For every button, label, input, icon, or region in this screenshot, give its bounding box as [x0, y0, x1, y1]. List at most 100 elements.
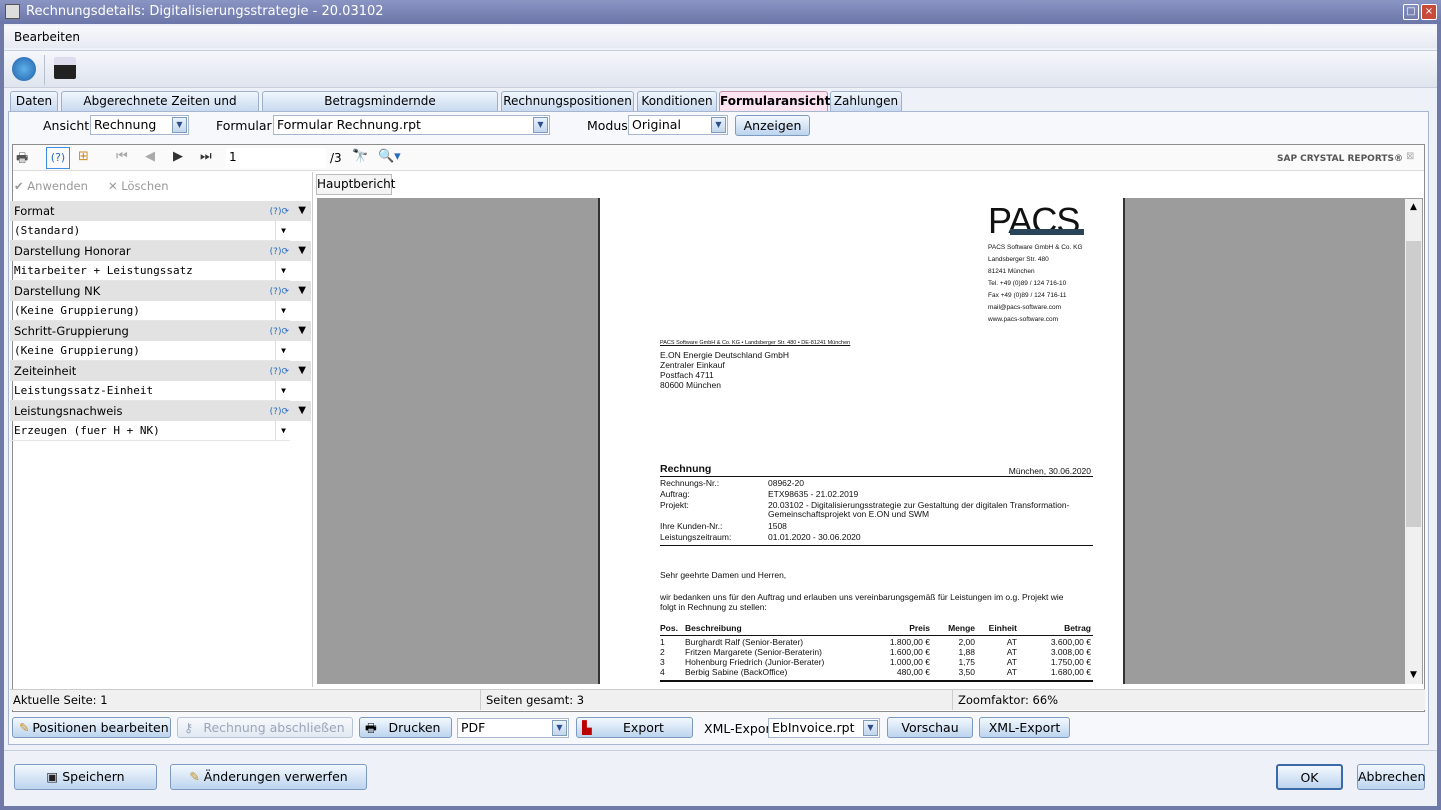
refresh-icon[interactable]: (?)⟳	[270, 242, 289, 262]
export-icon: ▙	[582, 720, 592, 735]
collapse-icon[interactable]: ▼	[298, 361, 306, 381]
parameter-select[interactable]: (Keine Gruppierung) ▼	[10, 301, 290, 321]
meta-value: 08962-20	[768, 478, 804, 488]
chevron-down-icon: ▼	[711, 117, 726, 133]
chevron-down-icon: ▼	[275, 261, 291, 281]
zoom-icon[interactable]: 🔍▾	[378, 149, 401, 164]
maximize-button[interactable]: □	[1403, 4, 1419, 20]
page-number-input[interactable]: 1	[226, 148, 326, 168]
collapse-icon[interactable]: ▼	[298, 401, 306, 421]
refresh-icon[interactable]: (?)⟳	[270, 202, 289, 222]
invoice-title: Rechnung	[660, 463, 712, 475]
pencil-icon: ✎	[19, 720, 30, 735]
xml-template-select[interactable]: EbInvoice.rpt ▼	[768, 718, 880, 738]
export-button[interactable]: ▙ Export	[576, 717, 693, 738]
close-invoice-button[interactable]: ⚷ Rechnung abschließen	[177, 717, 353, 738]
ok-button[interactable]: OK	[1276, 764, 1343, 790]
table-header: Menge	[948, 623, 975, 633]
refresh-icon[interactable]: (?)⟳	[270, 322, 289, 342]
sender-line: 81241 München	[988, 268, 1035, 275]
close-button[interactable]: ×	[1421, 4, 1437, 20]
first-page-icon[interactable]: ⏮	[116, 149, 128, 164]
refresh-icon[interactable]: (?)⟳	[270, 402, 289, 422]
table-cell: 2	[660, 647, 665, 657]
parameter-select[interactable]: Erzeugen (fuer H + NK) ▼	[10, 421, 290, 441]
parameter-value: (Standard)	[14, 224, 81, 237]
parameter-select[interactable]: (Keine Gruppierung) ▼	[10, 341, 290, 361]
meta-key: Projekt:	[660, 500, 689, 510]
parameter-label: Leistungsnachweis	[14, 404, 123, 418]
parameter-value: (Keine Gruppierung)	[14, 304, 140, 317]
scroll-up-icon[interactable]: ▲	[1405, 199, 1422, 216]
export-label: Export	[623, 720, 664, 735]
report-scrollbar[interactable]: ▲ ▼	[1405, 199, 1422, 684]
apply-button[interactable]: ✔ Anwenden	[14, 179, 88, 193]
close-icon[interactable]: ⊠	[1406, 151, 1414, 162]
table-cell: 3	[660, 657, 665, 667]
chevron-down-icon: ▼	[172, 117, 187, 133]
meta-key: Ihre Kunden-Nr.:	[660, 521, 723, 531]
anzeigen-button[interactable]: Anzeigen	[735, 115, 810, 136]
scroll-down-icon[interactable]: ▼	[1405, 667, 1422, 684]
invoice-page: PACS PACS Software GmbH & Co. KG Landsber…	[598, 198, 1125, 684]
collapse-icon[interactable]: ▼	[298, 201, 306, 221]
last-page-icon[interactable]: ⏭	[200, 149, 212, 164]
modus-select[interactable]: Original ▼	[628, 115, 728, 135]
chevron-down-icon: ▼	[533, 117, 548, 133]
chevron-down-icon: ▼	[863, 720, 878, 736]
edit-positions-button[interactable]: ✎ Positionen bearbeiten	[12, 717, 171, 738]
table-cell: 3.600,00 €	[1050, 637, 1091, 647]
tab-formularansicht[interactable]: Formularansicht	[719, 91, 830, 111]
tab-rechnungspositionen[interactable]: Rechnungspositionen	[501, 91, 634, 111]
scroll-thumb[interactable]	[1406, 241, 1421, 527]
save-button[interactable]: ▣ Speichern	[14, 764, 157, 790]
ansicht-label: Ansicht	[43, 118, 90, 133]
group-tree-icon[interactable]: ⊞	[78, 149, 89, 164]
print-button[interactable]: 🖶 Drucken	[359, 717, 452, 738]
parameter-select[interactable]: (Standard) ▼	[10, 221, 290, 241]
refresh-icon[interactable]	[12, 57, 36, 81]
tab-abschlagszahlungen[interactable]: Betragsmindernde Abschlagszahlungen	[262, 91, 498, 127]
print-icon[interactable]: 🖶	[16, 149, 28, 171]
tab-hauptbericht[interactable]: Hauptbericht	[316, 174, 395, 195]
table-cell: 3.008,00 €	[1050, 647, 1091, 657]
tab-konditionen[interactable]: Konditionen	[637, 91, 717, 111]
meta-value: ETX98635 - 21.02.2019	[768, 489, 859, 499]
xml-export-label: XML-Export	[704, 721, 776, 736]
parameter-label: Zeiteinheit	[14, 364, 77, 378]
tab-abgerechnete-zeiten[interactable]: Abgerechnete Zeiten und Kosten	[61, 91, 259, 127]
parameter-panel-icon[interactable]: (?)	[46, 147, 70, 169]
binoculars-icon[interactable]: 🔭	[352, 149, 368, 164]
parameter-select[interactable]: Mitarbeiter + Leistungssatz ▼	[10, 261, 290, 281]
xml-template-value: EbInvoice.rpt	[772, 720, 855, 735]
close-invoice-label: Rechnung abschließen	[203, 720, 345, 735]
next-page-icon[interactable]: ▶	[173, 149, 183, 164]
collapse-icon[interactable]: ▼	[298, 241, 306, 261]
refresh-icon[interactable]: (?)⟳	[270, 362, 289, 382]
table-cell: Fritzen Margarete (Senior-Beraterin)	[685, 647, 822, 657]
tab-zahlungen[interactable]: Zahlungen	[830, 91, 902, 111]
prev-page-icon[interactable]: ◀	[145, 149, 155, 164]
ansicht-select[interactable]: Rechnung ▼	[90, 115, 189, 135]
print-label: Drucken	[388, 720, 441, 735]
collapse-icon[interactable]: ▼	[298, 321, 306, 341]
menu-bearbeiten[interactable]: Bearbeiten	[14, 30, 80, 44]
table-cell: 1	[660, 637, 665, 647]
parameter-select[interactable]: Leistungssatz-Einheit ▼	[10, 381, 290, 401]
preview-button[interactable]: Vorschau	[887, 717, 973, 738]
collapse-icon[interactable]: ▼	[298, 281, 306, 301]
refresh-icon[interactable]: (?)⟳	[270, 282, 289, 302]
cancel-button[interactable]: Abbrechen	[1357, 764, 1425, 790]
export-format-select[interactable]: PDF ▼	[457, 718, 569, 738]
delete-label: Löschen	[121, 179, 169, 193]
edit-positions-label: Positionen bearbeiten	[32, 720, 169, 735]
xml-export-button[interactable]: XML-Export	[979, 717, 1070, 738]
tab-daten[interactable]: Daten	[10, 91, 58, 111]
table-cell: 1,75	[958, 657, 975, 667]
delete-button[interactable]: ✕ Löschen	[108, 179, 169, 193]
discard-button[interactable]: ✎ Änderungen verwerfen	[170, 764, 367, 790]
table-cell: 1.600,00 €	[889, 647, 930, 657]
save-icon[interactable]	[54, 57, 76, 79]
recipient-line: Postfach 4711	[660, 370, 714, 380]
formular-select[interactable]: Formular Rechnung.rpt ▼	[273, 115, 550, 135]
